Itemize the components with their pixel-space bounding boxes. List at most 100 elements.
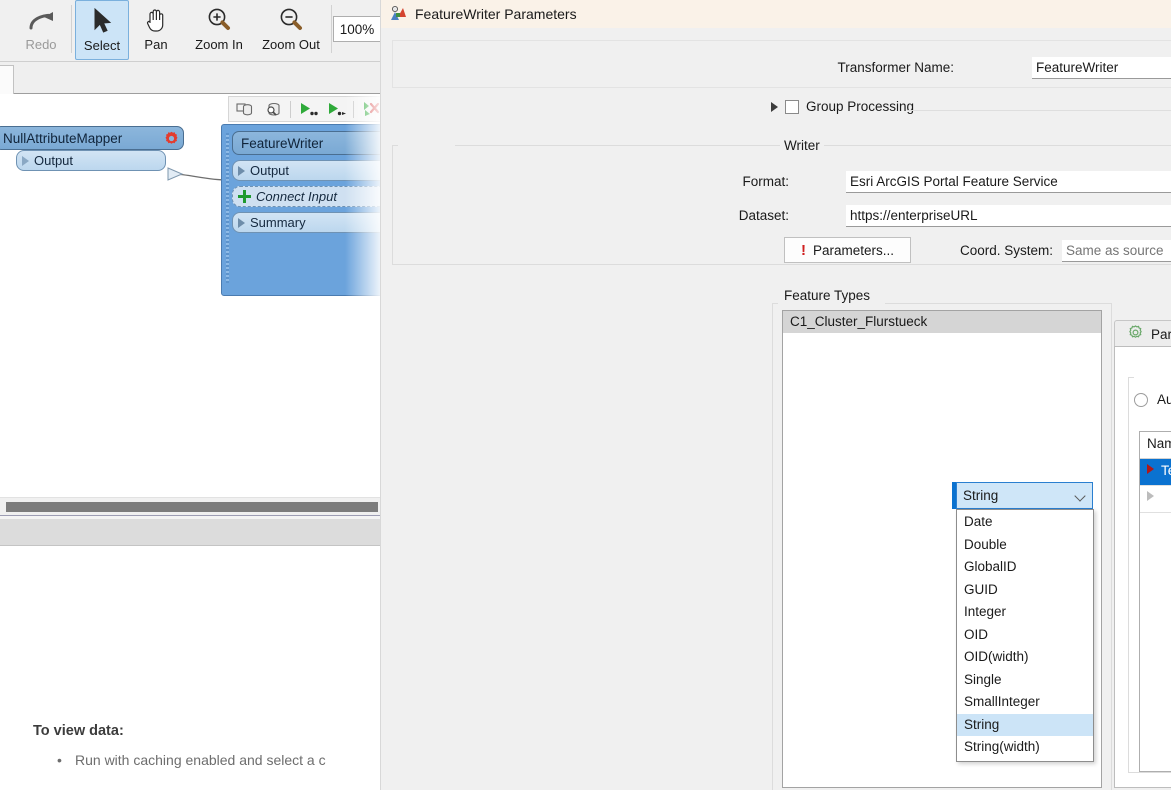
row-expander-icon (1147, 464, 1154, 474)
workspace-tabstrip (0, 62, 385, 94)
dropdown-option-oid[interactable]: OID (957, 624, 1093, 647)
dataset-label: Dataset: (738, 208, 789, 223)
attribute-table[interactable]: Name Type Width Pr TextField1 200 (1139, 431, 1171, 772)
featurewriter-parameters-dialog: FeatureWriter Parameters Transformer Nam… (380, 0, 1171, 790)
toolbar-divider-1 (71, 5, 72, 53)
node-nullattributemapper[interactable]: NullAttributeMapper Output (0, 126, 184, 171)
select-button[interactable]: Select (75, 0, 129, 60)
coord-system-label: Coord. System: (959, 243, 1053, 258)
tab-parameters-label: Parameters (1151, 326, 1171, 342)
node-grip-handle[interactable] (226, 133, 229, 283)
table-row[interactable]: TextField1 200 (1140, 459, 1171, 486)
dialog-title: FeatureWriter Parameters (415, 6, 577, 22)
red-exclamation-icon: ! (800, 241, 806, 259)
radio-automatic[interactable] (1134, 392, 1148, 407)
cell-name[interactable]: TextField1 (1140, 459, 1171, 486)
select-label: Select (83, 38, 121, 53)
bottom-panel-header (0, 520, 385, 546)
table-row[interactable] (1140, 486, 1171, 513)
attribute-table-header: Name Type Width Pr (1140, 432, 1171, 459)
format-input[interactable] (846, 171, 1171, 193)
workspace-canvas[interactable]: NullAttributeMapper Output FeatureWriter… (0, 94, 385, 494)
run-to-this-icon[interactable] (295, 98, 321, 120)
type-combobox-value: String (963, 488, 999, 503)
node-nullattributemapper-title: NullAttributeMapper (3, 130, 123, 146)
dropdown-option-integer[interactable]: Integer (957, 601, 1093, 624)
zoom-out-button[interactable]: Zoom Out (255, 0, 327, 60)
transformer-name-input[interactable] (1032, 57, 1171, 79)
toolbar-divider-2 (331, 5, 332, 53)
view-data-bullet-text: Run with caching enabled and select a c (75, 752, 326, 768)
coord-system-input[interactable] (1062, 240, 1171, 262)
zoom-level-value: 100% (339, 21, 375, 37)
feature-type-item-label: C1_Cluster_Flurstueck (790, 314, 928, 329)
port-arrow-icon (238, 165, 245, 176)
group-processing-label: Group Processing (806, 99, 915, 114)
redo-icon (27, 5, 55, 35)
mini-toolbar-divider-1 (290, 100, 291, 118)
magnifier-plus-icon (206, 5, 232, 35)
dataset-input[interactable] (846, 205, 1171, 227)
zoom-in-label: Zoom In (195, 37, 243, 52)
canvas-fade-overlay (345, 94, 385, 494)
port-connect-input-label: Connect Input (256, 189, 337, 204)
redo-button[interactable]: Redo (14, 0, 68, 60)
node-featurewriter-title: FeatureWriter (241, 135, 324, 151)
dropdown-option-globalid[interactable]: GlobalID (957, 556, 1093, 579)
plus-icon (238, 190, 251, 203)
view-data-bullet: • Run with caching enabled and select a c (57, 752, 326, 768)
port-output-nam-label: Output (34, 153, 74, 168)
inspect-cache-icon[interactable] (260, 98, 286, 120)
group-processing-checkbox[interactable] (785, 99, 799, 114)
gear-icon[interactable] (164, 131, 179, 146)
type-dropdown-list[interactable]: Date Double GlobalID GUID Integer OID OI… (956, 509, 1094, 762)
cell-name-value: TextField1 (1161, 463, 1171, 478)
writer-group-title: Writer (780, 138, 824, 153)
duplicate-feature-cache-icon[interactable] (232, 98, 258, 120)
redo-label: Redo (25, 37, 57, 52)
magnifier-minus-icon (278, 5, 304, 35)
tab-parameters[interactable]: Parameters (1114, 320, 1171, 347)
port-output-nam[interactable]: Output (16, 150, 166, 171)
zoom-out-label: Zoom Out (262, 37, 320, 52)
scrollbar-thumb[interactable] (6, 502, 378, 512)
dropdown-option-double[interactable]: Double (957, 534, 1093, 557)
group-processing-divider (908, 110, 1171, 111)
dropdown-option-string-width[interactable]: String(width) (957, 736, 1093, 759)
green-gear-icon (1128, 325, 1143, 343)
cursor-arrow-icon (92, 6, 112, 36)
type-combobox[interactable]: String (956, 482, 1093, 509)
user-attributes-pane: Attribute Definition Automatic Manual Dy… (1114, 346, 1171, 788)
workspace-tab-partial[interactable] (0, 65, 14, 94)
feature-type-item[interactable]: C1_Cluster_Flurstueck (783, 311, 1101, 333)
row-expander-icon (1147, 491, 1154, 501)
column-header-name[interactable]: Name (1140, 432, 1171, 458)
view-data-title: To view data: (33, 723, 124, 739)
dropdown-option-single[interactable]: Single (957, 669, 1093, 692)
dropdown-option-oid-width[interactable]: OID(width) (957, 646, 1093, 669)
format-label: Format: (742, 174, 789, 189)
dropdown-option-guid[interactable]: GUID (957, 579, 1093, 602)
dropdown-option-string[interactable]: String (957, 713, 1093, 736)
dropdown-option-smallinteger[interactable]: SmallInteger (957, 691, 1093, 714)
cell-name[interactable] (1140, 486, 1171, 513)
expander-arrow-icon[interactable] (771, 101, 778, 112)
bullet-dot-icon: • (57, 752, 62, 768)
chevron-down-icon[interactable] (1074, 490, 1086, 502)
group-processing-row[interactable]: Group Processing (771, 99, 914, 114)
node-nullattributemapper-header[interactable]: NullAttributeMapper (0, 126, 184, 150)
zoom-level-input[interactable]: 100% (333, 16, 381, 42)
canvas-horizontal-scrollbar[interactable] (0, 497, 385, 515)
dropdown-option-date[interactable]: Date (957, 511, 1093, 534)
zoom-in-button[interactable]: Zoom In (183, 0, 255, 60)
attribute-definition-radios: Automatic Manual Dynamic (1134, 392, 1171, 407)
transformer-name-label: Transformer Name: (837, 60, 954, 75)
radio-automatic-label: Automatic (1157, 392, 1171, 407)
dialog-titlebar[interactable]: FeatureWriter Parameters (381, 0, 1171, 28)
hand-icon (145, 5, 167, 35)
pan-button[interactable]: Pan (129, 0, 183, 60)
fme-transformer-icon (389, 4, 407, 25)
attribute-tabs: Parameters User Attributes Format Attrib… (1114, 318, 1171, 347)
port-arrow-icon (238, 217, 245, 228)
pan-label: Pan (144, 37, 168, 52)
